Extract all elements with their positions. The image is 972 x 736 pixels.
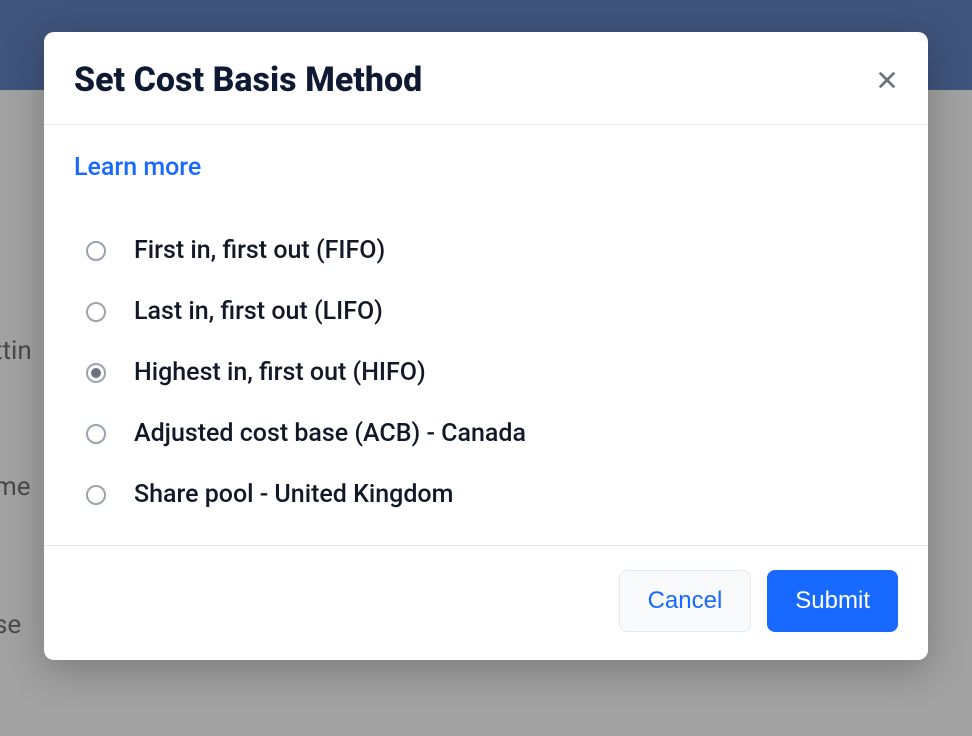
option-hifo[interactable]: Highest in, first out (HIFO): [74, 358, 898, 387]
option-label: Adjusted cost base (ACB) - Canada: [134, 419, 526, 448]
submit-button[interactable]: Submit: [767, 570, 898, 632]
modal-overlay[interactable]: Set Cost Basis Method Learn more First i…: [0, 0, 972, 736]
option-label: Highest in, first out (HIFO): [134, 358, 426, 387]
option-label: First in, first out (FIFO): [134, 236, 385, 265]
radio-icon: [86, 302, 106, 322]
radio-icon: [86, 241, 106, 261]
radio-icon: [86, 363, 106, 383]
radio-icon: [86, 424, 106, 444]
close-icon[interactable]: [876, 69, 898, 91]
option-share-pool[interactable]: Share pool - United Kingdom: [74, 480, 898, 509]
cancel-button[interactable]: Cancel: [619, 570, 752, 632]
radio-icon: [86, 485, 106, 505]
option-label: Last in, first out (LIFO): [134, 297, 383, 326]
learn-more-link[interactable]: Learn more: [74, 153, 201, 182]
option-acb[interactable]: Adjusted cost base (ACB) - Canada: [74, 419, 898, 448]
modal-body: Learn more First in, first out (FIFO) La…: [44, 125, 928, 545]
modal-title: Set Cost Basis Method: [74, 60, 422, 100]
option-fifo[interactable]: First in, first out (FIFO): [74, 236, 898, 265]
radio-selected-dot: [91, 368, 101, 378]
modal-footer: Cancel Submit: [44, 545, 928, 660]
modal-header: Set Cost Basis Method: [44, 32, 928, 125]
option-label: Share pool - United Kingdom: [134, 480, 453, 509]
cost-basis-options: First in, first out (FIFO) Last in, firs…: [74, 236, 898, 509]
option-lifo[interactable]: Last in, first out (LIFO): [74, 297, 898, 326]
cost-basis-modal: Set Cost Basis Method Learn more First i…: [44, 32, 928, 660]
